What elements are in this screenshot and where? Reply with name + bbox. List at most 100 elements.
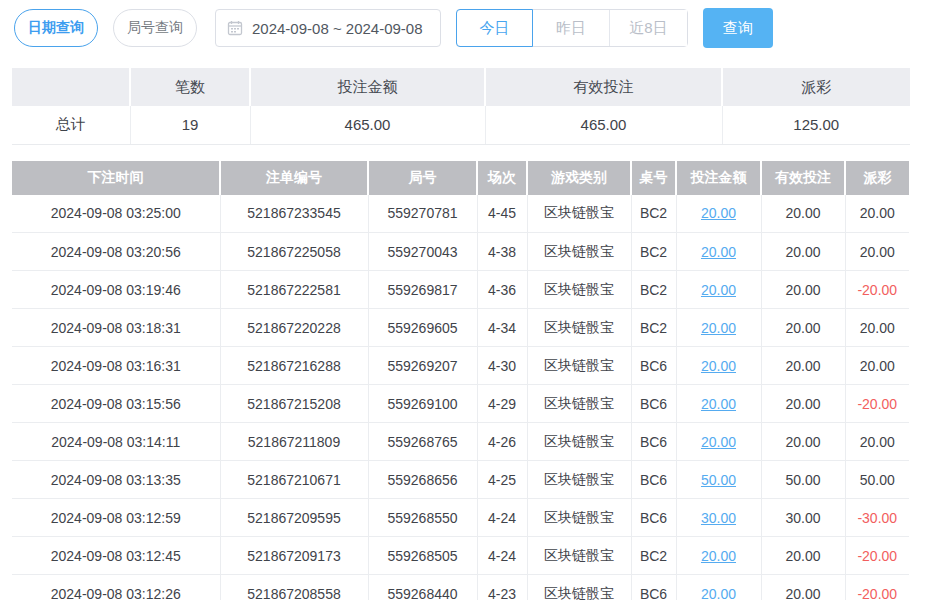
date-range-input[interactable]: 2024-09-08 ~ 2024-09-08: [215, 9, 441, 47]
cell-bet-id: 521867208558: [220, 575, 368, 600]
cell-bet-id: 521867233545: [220, 195, 368, 233]
col-header-bet-id: 注单编号: [220, 161, 368, 195]
summary-header-count: 笔数: [130, 68, 250, 106]
cell-session: 4-34: [477, 309, 527, 347]
table-row: 2024-09-08 03:12:59 521867209595 5592685…: [12, 499, 909, 537]
cell-time: 2024-09-08 03:16:31: [12, 347, 220, 385]
cell-bet: 20.00: [676, 347, 761, 385]
cell-session: 4-23: [477, 575, 527, 600]
cell-table-no: BC2: [631, 271, 676, 309]
col-header-game: 游戏类别: [527, 161, 631, 195]
bet-amount-link[interactable]: 20.00: [701, 205, 736, 221]
cell-bet-id: 521867211809: [220, 423, 368, 461]
table-row: 2024-09-08 03:20:56 521867225058 5592700…: [12, 233, 909, 271]
cell-time: 2024-09-08 03:14:11: [12, 423, 220, 461]
bet-amount-link[interactable]: 20.00: [701, 320, 736, 336]
cell-bet-id: 521867220228: [220, 309, 368, 347]
summary-header-empty: [12, 68, 130, 106]
cell-session: 4-30: [477, 347, 527, 385]
summary-bet-amount: 465.00: [250, 106, 485, 144]
cell-bet: 20.00: [676, 271, 761, 309]
cell-session: 4-24: [477, 537, 527, 575]
cell-time: 2024-09-08 03:18:31: [12, 309, 220, 347]
bet-amount-link[interactable]: 30.00: [701, 510, 736, 526]
cell-round: 559269605: [368, 309, 477, 347]
cell-valid: 20.00: [761, 195, 845, 233]
bet-amount-link[interactable]: 20.00: [701, 244, 736, 260]
bet-amount-link[interactable]: 50.00: [701, 472, 736, 488]
bet-amount-link[interactable]: 20.00: [701, 434, 736, 450]
cell-round: 559268550: [368, 499, 477, 537]
search-button[interactable]: 查询: [703, 8, 773, 48]
cell-payout: 20.00: [845, 423, 909, 461]
cell-table-no: BC6: [631, 347, 676, 385]
round-query-tab[interactable]: 局号查询: [113, 9, 197, 47]
summary-header-payout: 派彩: [722, 68, 910, 106]
cell-time: 2024-09-08 03:12:59: [12, 499, 220, 537]
cell-valid: 20.00: [761, 575, 845, 600]
cell-bet-id: 521867210671: [220, 461, 368, 499]
cell-bet: 30.00: [676, 499, 761, 537]
summary-header-valid-bet: 有效投注: [485, 68, 722, 106]
yesterday-button[interactable]: 昨日: [533, 10, 610, 46]
cell-table-no: BC6: [631, 461, 676, 499]
cell-round: 559269817: [368, 271, 477, 309]
cell-bet-id: 521867209595: [220, 499, 368, 537]
last8days-button[interactable]: 近8日: [610, 10, 687, 46]
bet-amount-link[interactable]: 20.00: [701, 358, 736, 374]
cell-table-no: BC6: [631, 575, 676, 600]
col-header-session: 场次: [477, 161, 527, 195]
summary-valid-bet: 465.00: [485, 106, 722, 144]
bet-records-table: 下注时间 注单编号 局号 场次 游戏类别 桌号 投注金额 有效投注 派彩 202…: [12, 161, 909, 600]
cell-table-no: BC2: [631, 233, 676, 271]
cell-table-no: BC2: [631, 537, 676, 575]
cell-payout: 20.00: [845, 195, 909, 233]
table-row: 2024-09-08 03:12:45 521867209173 5592685…: [12, 537, 909, 575]
bet-amount-link[interactable]: 20.00: [701, 282, 736, 298]
cell-time: 2024-09-08 03:13:35: [12, 461, 220, 499]
quick-range-group: 今日 昨日 近8日: [456, 9, 688, 47]
cell-round: 559270043: [368, 233, 477, 271]
cell-session: 4-29: [477, 385, 527, 423]
cell-time: 2024-09-08 03:25:00: [12, 195, 220, 233]
summary-header-bet-amount: 投注金额: [250, 68, 485, 106]
today-button[interactable]: 今日: [456, 9, 533, 47]
table-row: 2024-09-08 03:16:31 521867216288 5592692…: [12, 347, 909, 385]
cell-session: 4-26: [477, 423, 527, 461]
cell-session: 4-45: [477, 195, 527, 233]
bet-amount-link[interactable]: 20.00: [701, 586, 736, 600]
cell-valid: 50.00: [761, 461, 845, 499]
cell-bet-id: 521867209173: [220, 537, 368, 575]
cell-valid: 30.00: [761, 499, 845, 537]
col-header-valid: 有效投注: [761, 161, 845, 195]
col-header-payout: 派彩: [845, 161, 909, 195]
cell-session: 4-25: [477, 461, 527, 499]
date-query-tab[interactable]: 日期查询: [14, 9, 98, 47]
cell-session: 4-38: [477, 233, 527, 271]
summary-count: 19: [130, 106, 250, 144]
cell-time: 2024-09-08 03:12:45: [12, 537, 220, 575]
cell-valid: 20.00: [761, 271, 845, 309]
cell-bet: 20.00: [676, 233, 761, 271]
cell-game: 区块链骰宝: [527, 575, 631, 600]
cell-game: 区块链骰宝: [527, 271, 631, 309]
bet-amount-link[interactable]: 20.00: [701, 548, 736, 564]
cell-time: 2024-09-08 03:19:46: [12, 271, 220, 309]
cell-valid: 20.00: [761, 423, 845, 461]
summary-total-row: 总计 19 465.00 465.00 125.00: [12, 106, 910, 144]
cell-valid: 20.00: [761, 385, 845, 423]
date-range-value: 2024-09-08 ~ 2024-09-08: [252, 20, 423, 37]
cell-game: 区块链骰宝: [527, 385, 631, 423]
cell-payout: 20.00: [845, 347, 909, 385]
cell-bet: 20.00: [676, 195, 761, 233]
cell-round: 559268765: [368, 423, 477, 461]
table-row: 2024-09-08 03:19:46 521867222581 5592698…: [12, 271, 909, 309]
cell-payout: 50.00: [845, 461, 909, 499]
bet-amount-link[interactable]: 20.00: [701, 396, 736, 412]
cell-round: 559270781: [368, 195, 477, 233]
cell-bet-id: 521867225058: [220, 233, 368, 271]
table-row: 2024-09-08 03:14:11 521867211809 5592687…: [12, 423, 909, 461]
calendar-icon: [227, 20, 243, 36]
cell-valid: 20.00: [761, 347, 845, 385]
cell-round: 559268440: [368, 575, 477, 600]
